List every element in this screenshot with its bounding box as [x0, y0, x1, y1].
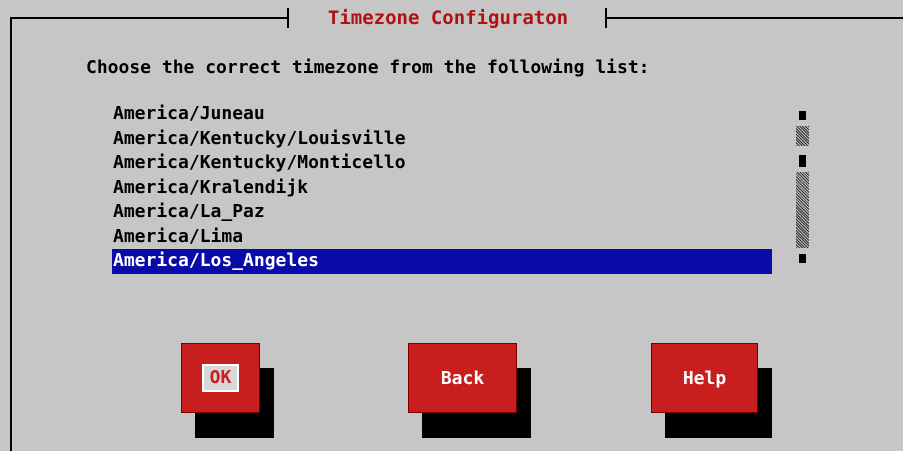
back-button-label: Back: [440, 367, 485, 389]
back-button[interactable]: Back: [408, 343, 517, 413]
title-bracket-right: [605, 8, 607, 28]
ok-button-label: OK: [201, 364, 240, 392]
timezone-item[interactable]: America/La_Paz: [112, 200, 772, 225]
dialog-frame-left: [10, 17, 12, 451]
dialog-title: Timezone Configuraton: [327, 7, 569, 29]
ok-button-group: OK: [181, 343, 276, 439]
scroll-track[interactable]: [796, 172, 809, 248]
timezone-item[interactable]: America/Kralendijk: [112, 176, 772, 201]
dialog-frame-top-left: [10, 17, 288, 19]
scroll-down-arrow[interactable]: [799, 254, 806, 263]
title-bracket-left: [287, 8, 289, 28]
prompt-text: Choose the correct timezone from the fol…: [86, 57, 650, 78]
timezone-item[interactable]: America/Kentucky/Louisville: [112, 127, 772, 152]
back-button-group: Back: [408, 343, 531, 439]
scroll-up-arrow[interactable]: [799, 111, 806, 120]
dialog-frame-top-right: [607, 17, 903, 19]
scroll-thumb[interactable]: [799, 155, 806, 167]
list-scrollbar[interactable]: [796, 106, 810, 268]
timezone-item[interactable]: America/Juneau: [112, 102, 772, 127]
help-button-group: Help: [651, 343, 773, 439]
timezone-item[interactable]: America/Kentucky/Monticello: [112, 151, 772, 176]
timezone-list[interactable]: America/Juneau America/Kentucky/Louisvil…: [112, 102, 772, 276]
timezone-item-selected[interactable]: America/Los_Angeles: [112, 249, 772, 274]
timezone-item[interactable]: America/Lima: [112, 225, 772, 250]
help-button-label: Help: [682, 367, 727, 389]
ok-button[interactable]: OK: [181, 343, 260, 413]
scroll-track[interactable]: [796, 126, 809, 146]
help-button[interactable]: Help: [651, 343, 758, 413]
